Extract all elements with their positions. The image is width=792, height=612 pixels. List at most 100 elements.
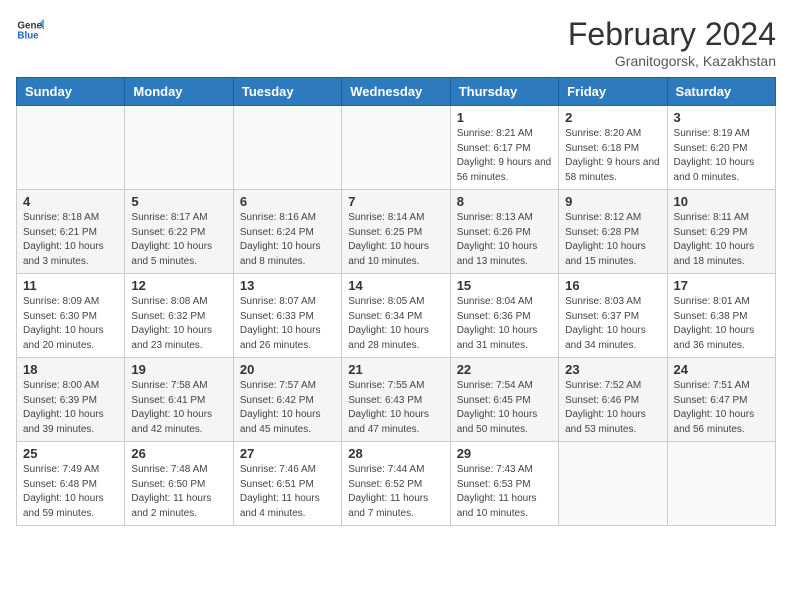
day-info: Sunrise: 8:05 AMSunset: 6:34 PMDaylight:…	[348, 295, 443, 353]
calendar-cell: 26 Sunrise: 7:48 AMSunset: 6:50 PMDayligh…	[125, 442, 233, 526]
day-info: Sunrise: 7:48 AMSunset: 6:50 PMDaylight:…	[131, 463, 226, 521]
calendar-cell: 23 Sunrise: 7:52 AMSunset: 6:46 PMDayligh…	[559, 358, 667, 442]
day-info: Sunrise: 8:04 AMSunset: 6:36 PMDaylight:…	[457, 295, 552, 353]
calendar-cell: 6Sunrise: 8:16 AMSunset: 6:24 PMDaylight…	[233, 190, 341, 274]
location-subtitle: Granitogorsk, Kazakhstan	[568, 53, 776, 69]
day-info: Sunrise: 8:01 AMSunset: 6:38 PMDaylight:…	[674, 295, 769, 353]
day-number: 5	[131, 194, 226, 209]
day-info: Sunrise: 8:21 AMSunset: 6:17 PMDaylight:…	[457, 127, 552, 185]
calendar-cell: 25 Sunrise: 7:49 AMSunset: 6:48 PMDayligh…	[17, 442, 125, 526]
weekday-header-wednesday: Wednesday	[342, 78, 450, 106]
day-number: 2	[565, 110, 660, 125]
calendar-cell: 17 Sunrise: 8:01 AMSunset: 6:38 PMDayligh…	[667, 274, 775, 358]
calendar-cell: 11 Sunrise: 8:09 AMSunset: 6:30 PMDayligh…	[17, 274, 125, 358]
day-info: Sunrise: 8:18 AMSunset: 6:21 PMDaylight:…	[23, 211, 118, 269]
calendar-cell	[559, 442, 667, 526]
day-number: 11	[23, 278, 118, 293]
weekday-header-monday: Monday	[125, 78, 233, 106]
page-header: General Blue February 2024 Granitogorsk,…	[16, 16, 776, 69]
logo-icon: General Blue	[16, 16, 44, 44]
day-number: 14	[348, 278, 443, 293]
day-number: 23	[565, 362, 660, 377]
day-number: 27	[240, 446, 335, 461]
calendar-cell: 28 Sunrise: 7:44 AMSunset: 6:52 PMDayligh…	[342, 442, 450, 526]
day-number: 25	[23, 446, 118, 461]
day-info: Sunrise: 8:09 AMSunset: 6:30 PMDaylight:…	[23, 295, 118, 353]
calendar-cell: 18 Sunrise: 8:00 AMSunset: 6:39 PMDayligh…	[17, 358, 125, 442]
logo: General Blue	[16, 16, 44, 44]
calendar-cell	[17, 106, 125, 190]
day-number: 10	[674, 194, 769, 209]
calendar-cell: 12Sunrise: 8:08 AMSunset: 6:32 PMDayligh…	[125, 274, 233, 358]
week-row-5: 25 Sunrise: 7:49 AMSunset: 6:48 PMDayligh…	[17, 442, 776, 526]
day-info: Sunrise: 8:00 AMSunset: 6:39 PMDaylight:…	[23, 379, 118, 437]
calendar-cell: 1 Sunrise: 8:21 AMSunset: 6:17 PMDaylight…	[450, 106, 558, 190]
day-number: 1	[457, 110, 552, 125]
day-number: 19	[131, 362, 226, 377]
calendar-cell: 9 Sunrise: 8:12 AMSunset: 6:28 PMDaylight…	[559, 190, 667, 274]
day-number: 18	[23, 362, 118, 377]
calendar-cell: 16 Sunrise: 8:03 AMSunset: 6:37 PMDayligh…	[559, 274, 667, 358]
day-info: Sunrise: 7:57 AMSunset: 6:42 PMDaylight:…	[240, 379, 335, 437]
day-info: Sunrise: 8:07 AMSunset: 6:33 PMDaylight:…	[240, 295, 335, 353]
calendar-cell	[125, 106, 233, 190]
calendar-cell: 10Sunrise: 8:11 AMSunset: 6:29 PMDayligh…	[667, 190, 775, 274]
calendar-cell: 13Sunrise: 8:07 AMSunset: 6:33 PMDayligh…	[233, 274, 341, 358]
day-number: 22	[457, 362, 552, 377]
svg-text:Blue: Blue	[17, 30, 39, 41]
calendar-cell: 2 Sunrise: 8:20 AMSunset: 6:18 PMDaylight…	[559, 106, 667, 190]
weekday-header-thursday: Thursday	[450, 78, 558, 106]
day-number: 21	[348, 362, 443, 377]
day-number: 8	[457, 194, 552, 209]
calendar-cell: 15 Sunrise: 8:04 AMSunset: 6:36 PMDayligh…	[450, 274, 558, 358]
calendar-cell: 14 Sunrise: 8:05 AMSunset: 6:34 PMDayligh…	[342, 274, 450, 358]
day-info: Sunrise: 7:46 AMSunset: 6:51 PMDaylight:…	[240, 463, 335, 521]
day-number: 26	[131, 446, 226, 461]
title-area: February 2024 Granitogorsk, Kazakhstan	[568, 16, 776, 69]
day-info: Sunrise: 8:08 AMSunset: 6:32 PMDaylight:…	[131, 295, 226, 353]
day-info: Sunrise: 7:49 AMSunset: 6:48 PMDaylight:…	[23, 463, 118, 521]
calendar-cell: 22 Sunrise: 7:54 AMSunset: 6:45 PMDayligh…	[450, 358, 558, 442]
calendar-cell: 20 Sunrise: 7:57 AMSunset: 6:42 PMDayligh…	[233, 358, 341, 442]
day-number: 29	[457, 446, 552, 461]
calendar-cell: 24Sunrise: 7:51 AMSunset: 6:47 PMDayligh…	[667, 358, 775, 442]
calendar-cell	[667, 442, 775, 526]
day-info: Sunrise: 7:44 AMSunset: 6:52 PMDaylight:…	[348, 463, 443, 521]
calendar-cell: 21 Sunrise: 7:55 AMSunset: 6:43 PMDayligh…	[342, 358, 450, 442]
day-number: 4	[23, 194, 118, 209]
calendar-cell: 3Sunrise: 8:19 AMSunset: 6:20 PMDaylight…	[667, 106, 775, 190]
day-info: Sunrise: 7:52 AMSunset: 6:46 PMDaylight:…	[565, 379, 660, 437]
weekday-header-sunday: Sunday	[17, 78, 125, 106]
calendar-cell: 8 Sunrise: 8:13 AMSunset: 6:26 PMDaylight…	[450, 190, 558, 274]
weekday-header-saturday: Saturday	[667, 78, 775, 106]
day-number: 6	[240, 194, 335, 209]
day-info: Sunrise: 8:17 AMSunset: 6:22 PMDaylight:…	[131, 211, 226, 269]
day-number: 24	[674, 362, 769, 377]
week-row-3: 11 Sunrise: 8:09 AMSunset: 6:30 PMDayligh…	[17, 274, 776, 358]
weekday-header-friday: Friday	[559, 78, 667, 106]
calendar-cell: 5 Sunrise: 8:17 AMSunset: 6:22 PMDaylight…	[125, 190, 233, 274]
day-number: 9	[565, 194, 660, 209]
day-number: 16	[565, 278, 660, 293]
weekday-header-row: SundayMondayTuesdayWednesdayThursdayFrid…	[17, 78, 776, 106]
week-row-4: 18 Sunrise: 8:00 AMSunset: 6:39 PMDayligh…	[17, 358, 776, 442]
day-number: 15	[457, 278, 552, 293]
day-info: Sunrise: 8:14 AMSunset: 6:25 PMDaylight:…	[348, 211, 443, 269]
day-info: Sunrise: 8:12 AMSunset: 6:28 PMDaylight:…	[565, 211, 660, 269]
day-number: 20	[240, 362, 335, 377]
weekday-header-tuesday: Tuesday	[233, 78, 341, 106]
week-row-2: 4 Sunrise: 8:18 AMSunset: 6:21 PMDaylight…	[17, 190, 776, 274]
day-info: Sunrise: 7:55 AMSunset: 6:43 PMDaylight:…	[348, 379, 443, 437]
day-info: Sunrise: 7:54 AMSunset: 6:45 PMDaylight:…	[457, 379, 552, 437]
day-number: 28	[348, 446, 443, 461]
week-row-1: 1 Sunrise: 8:21 AMSunset: 6:17 PMDaylight…	[17, 106, 776, 190]
calendar-cell	[342, 106, 450, 190]
day-info: Sunrise: 8:20 AMSunset: 6:18 PMDaylight:…	[565, 127, 660, 185]
day-number: 3	[674, 110, 769, 125]
calendar-cell: 27 Sunrise: 7:46 AMSunset: 6:51 PMDayligh…	[233, 442, 341, 526]
day-info: Sunrise: 8:13 AMSunset: 6:26 PMDaylight:…	[457, 211, 552, 269]
calendar-cell: 7Sunrise: 8:14 AMSunset: 6:25 PMDaylight…	[342, 190, 450, 274]
day-info: Sunrise: 8:03 AMSunset: 6:37 PMDaylight:…	[565, 295, 660, 353]
calendar-cell: 4 Sunrise: 8:18 AMSunset: 6:21 PMDaylight…	[17, 190, 125, 274]
day-number: 17	[674, 278, 769, 293]
